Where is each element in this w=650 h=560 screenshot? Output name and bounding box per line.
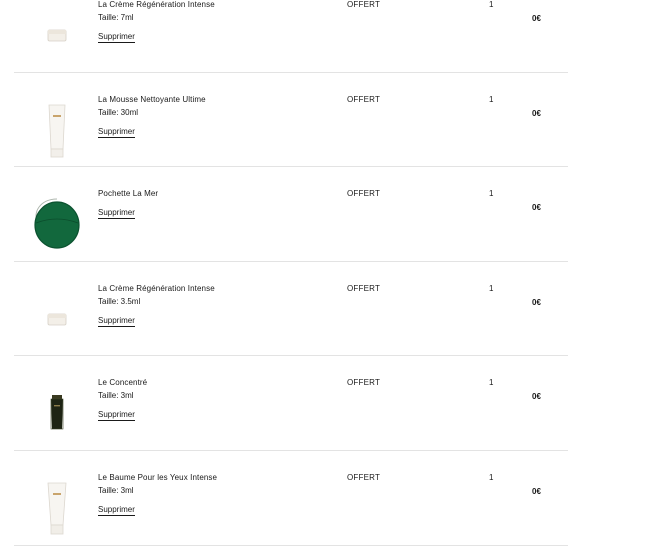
product-name: Le Concentré [98,378,148,388]
quantity: 1 [489,94,494,104]
product-name: La Crème Régénération Intense [98,283,215,293]
row-divider [14,544,568,546]
remove-button[interactable]: Supprimer [98,208,135,220]
product-size: Taille: 30ml [98,107,139,117]
product-size: Taille: 3ml [98,391,134,401]
remove-button[interactable]: Supprimer [98,32,135,43]
offer-label: OFFERT [347,94,381,104]
product-size: Taille: 3ml [98,485,134,495]
remove-button[interactable]: Supprimer [98,127,135,138]
dark-tube-icon [28,382,86,444]
price: 0€ [532,486,541,496]
cart-item: La Mousse Nettoyante Ultime Taille: 30ml… [0,73,650,168]
cart-item-list: La Crème Régénération Intense Taille: 7m… [0,0,650,546]
offer-label: OFFERT [347,472,381,482]
remove-button[interactable]: Supprimer [98,505,135,516]
quantity: 1 [489,189,494,199]
cart-item: Le Baume Pour les Yeux Intense Taille: 3… [0,451,650,546]
cream-jar-icon [28,4,86,66]
white-tube-icon [28,477,86,539]
price: 0€ [532,108,541,118]
green-pouch-icon [28,187,86,257]
product-name: Pochette La Mer [98,189,159,199]
quantity: 1 [489,283,494,293]
offer-label: OFFERT [347,189,381,199]
product-size: Taille: 3.5ml [98,296,141,306]
white-tube-icon [28,99,86,161]
cart-item: Le Concentré Taille: 3ml Supprimer OFFER… [0,356,650,451]
product-name: La Crème Régénération Intense [98,0,215,9]
remove-button[interactable]: Supprimer [98,316,135,327]
product-name: La Mousse Nettoyante Ultime [98,94,206,104]
remove-button[interactable]: Supprimer [98,410,135,422]
price: 0€ [532,203,541,213]
price: 0€ [532,14,541,23]
cart-item: La Crème Régénération Intense Taille: 3.… [0,262,650,357]
quantity: 1 [489,472,494,482]
product-name: Le Baume Pour les Yeux Intense [98,472,218,482]
price: 0€ [532,297,541,307]
quantity: 1 [489,0,494,9]
cart-item: Pochette La Mer Supprimer OFFERT 1 0€ [0,167,650,262]
cream-jar-icon [28,288,86,350]
offer-label: OFFERT [347,0,381,9]
offer-label: OFFERT [347,283,381,293]
price: 0€ [532,392,541,402]
offer-label: OFFERT [347,378,381,388]
quantity: 1 [489,378,494,388]
product-size: Taille: 7ml [98,13,134,22]
cart-item: La Crème Régénération Intense Taille: 7m… [0,0,650,73]
